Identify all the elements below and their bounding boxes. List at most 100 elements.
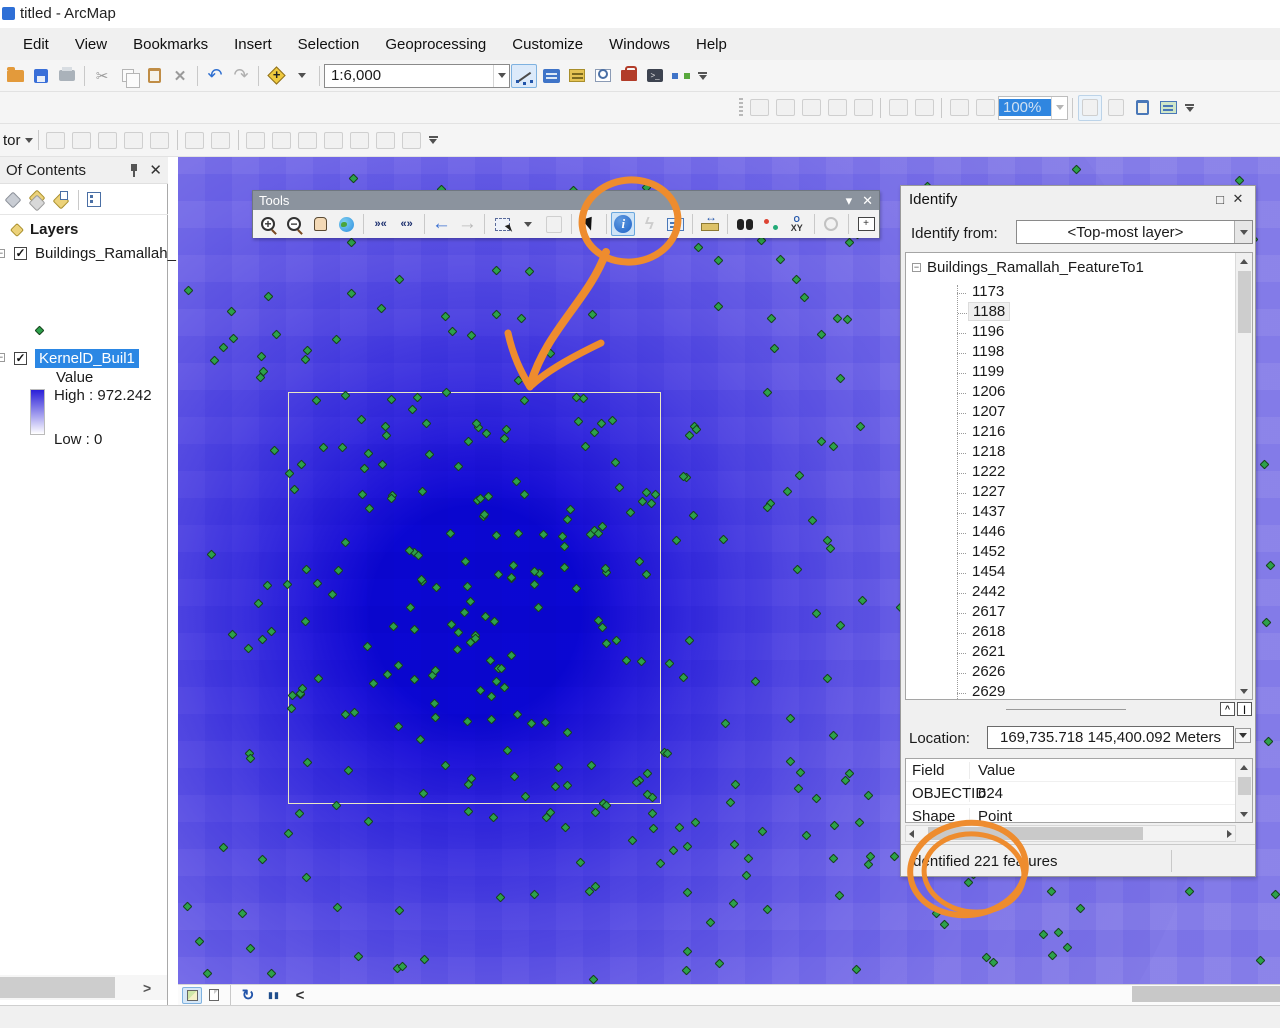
identify-feature-2442[interactable]: 2442 <box>906 581 1226 601</box>
add-data-button[interactable] <box>264 63 288 89</box>
attribute-row[interactable]: Shape Point <box>906 805 1252 822</box>
identify-splitter[interactable]: ^ | <box>901 700 1255 718</box>
annotation-edit-tool-button[interactable] <box>70 127 94 153</box>
fixed-zoom-in-page-button[interactable] <box>886 95 910 121</box>
select-features-dropdown[interactable] <box>516 211 540 237</box>
menu-bookmarks[interactable]: Bookmarks <box>122 32 219 57</box>
go-back-extent-tool[interactable]: ← <box>429 211 453 237</box>
tools-dropdown-icon[interactable]: ▾ <box>846 193 853 209</box>
identify-feature-1446[interactable]: 1446 <box>906 521 1226 541</box>
menu-insert[interactable]: Insert <box>223 32 283 57</box>
edit-tool-button[interactable] <box>44 127 68 153</box>
toc-options-icon[interactable] <box>85 191 105 209</box>
time-slider-tool[interactable] <box>819 211 843 237</box>
scroll-down-icon[interactable] <box>1236 683 1252 699</box>
identify-feature-1452[interactable]: 1452 <box>906 541 1226 561</box>
scroll-thumb[interactable] <box>1237 777 1251 795</box>
print-button[interactable] <box>55 63 79 89</box>
location-units-dropdown-icon[interactable] <box>1235 728 1251 743</box>
toolbar-overflow-button[interactable] <box>698 71 707 80</box>
toggle-draft-mode-button[interactable] <box>1078 94 1102 121</box>
go-back-extent-button[interactable] <box>947 95 971 121</box>
split-tool-button[interactable] <box>244 127 268 153</box>
scroll-left-icon[interactable] <box>909 829 914 838</box>
identify-feature-2618[interactable]: 2618 <box>906 621 1226 641</box>
identify-feature-1454[interactable]: 1454 <box>906 561 1226 581</box>
toc-layer-buildings[interactable]: ✓ Buildings_Ramallah_ <box>14 245 176 262</box>
open-button[interactable] <box>3 63 27 89</box>
location-value[interactable]: 169,735.718 145,400.092 Meters <box>987 726 1234 749</box>
map-scale-combo[interactable]: 1:6,000 <box>324 63 510 88</box>
zoom-out-layout-button[interactable] <box>773 95 797 121</box>
editor-toolbar-toggle[interactable] <box>511 63 537 89</box>
attribute-horizontal-scrollbar[interactable] <box>905 825 1236 842</box>
python-button[interactable]: >_ <box>643 63 667 89</box>
menu-windows[interactable]: Windows <box>598 32 681 57</box>
identify-tree-scrollbar[interactable] <box>1235 253 1252 699</box>
html-popup-tool[interactable] <box>663 211 687 237</box>
identify-feature-1227[interactable]: 1227 <box>906 481 1226 501</box>
identify-from-dropdown-icon[interactable] <box>1234 221 1252 243</box>
sketch-properties-button[interactable] <box>374 127 398 153</box>
buildings-layer-label[interactable]: Buildings_Ramallah_ <box>35 245 176 262</box>
attributes-button[interactable] <box>348 127 372 153</box>
identify-attribute-table[interactable]: Field Value OBJECTID 624 Shape Point <box>905 758 1253 823</box>
layout-view-button[interactable] <box>204 987 224 1004</box>
toc-scroll-thumb[interactable] <box>0 977 115 998</box>
identify-feature-1196[interactable]: 1196 <box>906 321 1226 341</box>
attribute-table-scrollbar[interactable] <box>1235 759 1252 822</box>
create-features-button[interactable] <box>400 127 424 153</box>
identify-feature-2617[interactable]: 2617 <box>906 601 1226 621</box>
pan-layout-button[interactable] <box>799 95 823 121</box>
go-to-xy-tool[interactable]: XY <box>785 211 809 237</box>
toc-horizontal-scrollbar[interactable]: > <box>0 975 167 1000</box>
identify-feature-1198[interactable]: 1198 <box>906 341 1226 361</box>
move-tool-button[interactable] <box>270 127 294 153</box>
undo-button[interactable]: ↶ <box>203 63 227 89</box>
buildings-point-symbol[interactable] <box>34 325 45 336</box>
identify-close-icon[interactable]: ✕ <box>1229 191 1247 207</box>
kernel-layer-label[interactable]: KernelD_Buil1 <box>35 349 139 368</box>
list-by-drawing-order-icon[interactable] <box>4 191 24 209</box>
arc-segment-button[interactable] <box>122 127 146 153</box>
go-forward-extent-button[interactable] <box>973 95 997 121</box>
pin-results-icon[interactable]: | <box>1237 702 1252 716</box>
identify-feature-2621[interactable]: 2621 <box>906 641 1226 661</box>
modelbuilder-button[interactable] <box>669 63 693 89</box>
layout-overflow-button[interactable] <box>1185 103 1194 112</box>
scroll-thumb[interactable] <box>928 827 1143 840</box>
add-data-dropdown[interactable] <box>290 63 314 89</box>
editor-overflow-button[interactable] <box>428 136 438 144</box>
table-of-contents-button[interactable] <box>539 63 563 89</box>
menu-geoprocessing[interactable]: Geoprocessing <box>374 32 497 57</box>
fixed-zoom-out-tool[interactable]: «» <box>395 211 419 237</box>
redo-button[interactable]: ↷ <box>229 63 253 89</box>
scroll-up-icon[interactable] <box>1236 759 1252 775</box>
find-tool[interactable] <box>733 211 757 237</box>
select-features-tool[interactable] <box>490 211 514 237</box>
create-viewer-window-tool[interactable]: + <box>854 211 878 237</box>
straight-segment-button[interactable] <box>96 127 120 153</box>
pin-icon[interactable] <box>129 163 139 177</box>
toc-close-icon[interactable]: ✕ <box>149 161 162 179</box>
zoom-100-button[interactable] <box>851 95 875 121</box>
identify-from-combo[interactable]: <Top-most layer> <box>1016 220 1253 244</box>
paste-button[interactable] <box>142 63 166 89</box>
identify-maximize-icon[interactable]: □ <box>1211 192 1229 207</box>
menu-selection[interactable]: Selection <box>287 32 371 57</box>
arctoolbox-button[interactable] <box>617 63 641 89</box>
collapse-all-icon[interactable]: ^ <box>1220 702 1235 716</box>
layer-expander-icon[interactable]: − <box>0 249 5 258</box>
find-route-tool[interactable] <box>759 211 783 237</box>
identify-feature-1173[interactable]: 1173 <box>906 281 1226 301</box>
identify-feature-2629[interactable]: 2629 <box>906 681 1226 699</box>
fixed-zoom-in-tool[interactable]: »« <box>369 211 393 237</box>
identify-feature-1188[interactable]: 1188 <box>906 301 1226 321</box>
identify-feature-1222[interactable]: 1222 <box>906 461 1226 481</box>
shape-construction-button[interactable] <box>148 127 172 153</box>
identify-titlebar[interactable]: Identify □ ✕ <box>901 186 1255 212</box>
menu-view[interactable]: View <box>64 32 118 57</box>
rotate-tool-button[interactable] <box>322 127 346 153</box>
splitter-handle[interactable] <box>1006 708 1126 710</box>
list-by-source-icon[interactable] <box>28 189 48 211</box>
